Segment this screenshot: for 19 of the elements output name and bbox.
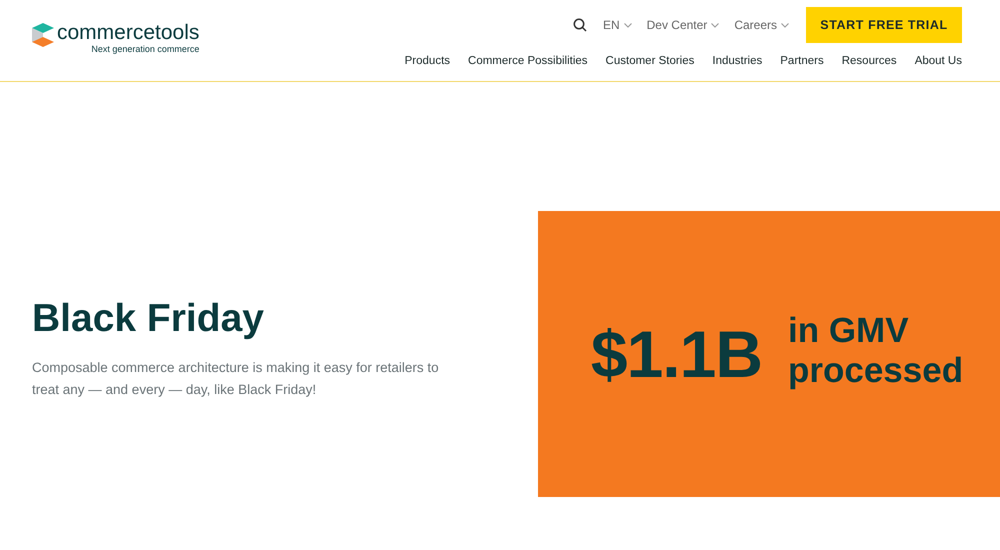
nav-link[interactable]: Products: [404, 55, 450, 67]
top-link[interactable]: EN: [602, 18, 632, 32]
nav-link[interactable]: Partners: [780, 55, 824, 67]
nav-link[interactable]: Customer Stories: [606, 55, 694, 67]
top-link[interactable]: Dev Center: [646, 18, 720, 32]
hero-text: Composable commerce architecture is making it easy for retailers to treat any — and every — day, like Black Friday!: [32, 359, 440, 399]
logo-name[interactable]: commercetools: [57, 22, 200, 44]
hero-title: Black Friday: [32, 297, 265, 341]
nav-link[interactable]: Industries: [712, 55, 762, 67]
logo-tagline: Next generation commerce: [91, 44, 200, 55]
nav-link[interactable]: About Us: [914, 55, 962, 67]
start-trial-button[interactable]: START FREE TRIAL: [806, 7, 962, 43]
nav-link[interactable]: Resources: [842, 55, 897, 67]
stat-label: in GMV processed: [788, 311, 964, 391]
nav-link[interactable]: Commerce Possibilities: [468, 55, 588, 67]
search-icon[interactable]: [572, 18, 587, 32]
top-link[interactable]: Careers: [734, 18, 789, 32]
stat-value: $1.1B: [590, 316, 762, 392]
logo-icon: [32, 23, 54, 47]
